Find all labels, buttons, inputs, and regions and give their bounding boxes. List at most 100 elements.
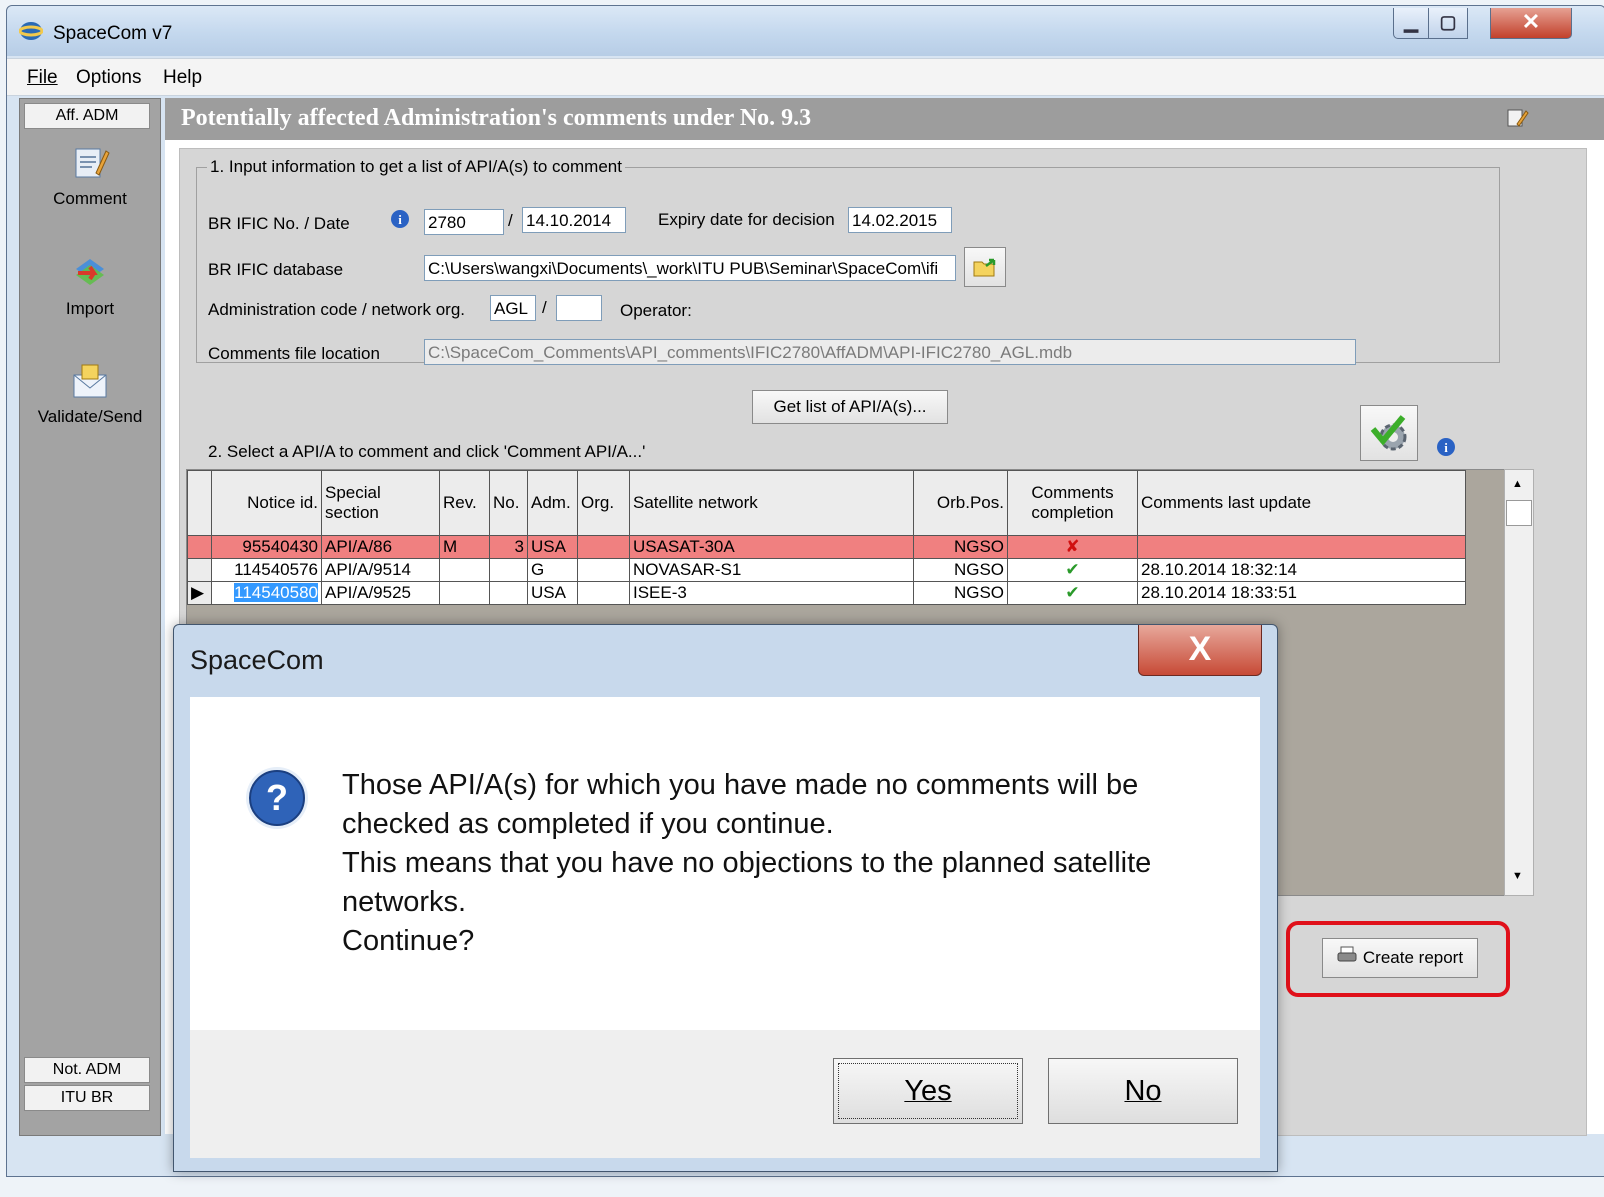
sidebar-item-import[interactable]: Import: [20, 253, 160, 319]
row-header-corner: [187, 470, 212, 536]
cell-special-section[interactable]: API/A/9525: [321, 581, 440, 605]
cell-notice-id[interactable]: 114540580: [211, 581, 322, 605]
sidebar: Aff. ADM Comment Import Validate/Send No…: [19, 98, 161, 1136]
comments-file-input: C:\SpaceCom_Comments\API_comments\IFIC27…: [424, 339, 1356, 365]
cell-adm[interactable]: USA: [527, 535, 578, 559]
col-comments-completion[interactable]: Comments completion: [1007, 470, 1138, 536]
dialog-close-button[interactable]: X: [1138, 625, 1262, 676]
no-button[interactable]: No: [1048, 1058, 1238, 1124]
cell-adm[interactable]: USA: [527, 581, 578, 605]
br-ific-date-input[interactable]: 14.10.2014: [522, 207, 626, 233]
table-row[interactable]: ▶ 114540580 API/A/9525 USA ISEE-3 NGSO ✔…: [187, 581, 1466, 605]
yes-button[interactable]: Yes: [833, 1058, 1023, 1124]
col-orb-pos[interactable]: Orb.Pos.: [913, 470, 1008, 536]
validate-comments-button[interactable]: [1360, 405, 1418, 461]
col-no[interactable]: No.: [489, 470, 528, 536]
cell-rev[interactable]: [439, 581, 490, 605]
cell-rev[interactable]: M: [439, 535, 490, 559]
close-window-button[interactable]: ✕: [1490, 8, 1572, 39]
printer-icon: [1337, 940, 1357, 978]
cell-last-update[interactable]: 28.10.2014 18:32:14: [1137, 558, 1466, 582]
network-org-input[interactable]: [556, 295, 602, 321]
cell-no[interactable]: [489, 581, 528, 605]
br-ific-no-input[interactable]: 2780: [424, 209, 504, 235]
scroll-up-arrow-icon[interactable]: ▲: [1512, 478, 1523, 490]
col-adm[interactable]: Adm.: [527, 470, 578, 536]
cell-special-section[interactable]: API/A/86: [321, 535, 440, 559]
menu-file[interactable]: File: [27, 67, 58, 89]
cell-notice-id[interactable]: 114540576: [211, 558, 322, 582]
window-title: SpaceCom v7: [53, 23, 173, 44]
scroll-down-arrow-icon[interactable]: ▼: [1512, 870, 1523, 882]
row-indicator[interactable]: [187, 535, 212, 559]
create-report-button[interactable]: Create report: [1322, 938, 1478, 978]
maximize-button[interactable]: ▢: [1428, 8, 1468, 39]
cell-network[interactable]: USASAT-30A: [629, 535, 914, 559]
cell-no[interactable]: [489, 558, 528, 582]
admin-code-input[interactable]: AGL: [490, 295, 536, 321]
cell-org[interactable]: [577, 581, 630, 605]
cell-no[interactable]: 3: [489, 535, 528, 559]
sidebar-item-label: Comment: [53, 189, 127, 208]
cell-org[interactable]: [577, 535, 630, 559]
menu-options[interactable]: Options: [76, 67, 141, 89]
grid-scrollbar[interactable]: ▲ ▼: [1504, 469, 1534, 896]
info-icon[interactable]: i: [390, 209, 410, 229]
col-notice-id[interactable]: Notice id.: [211, 470, 322, 536]
col-comments-last-update[interactable]: Comments last update: [1137, 470, 1466, 536]
expiry-date-input[interactable]: 14.02.2015: [848, 207, 952, 233]
sidebar-item-label: Import: [65, 299, 115, 318]
cell-org[interactable]: [577, 558, 630, 582]
sidebar-tab-not-adm[interactable]: Not. ADM: [24, 1057, 150, 1083]
folder-open-icon: [972, 258, 998, 284]
menu-help[interactable]: Help: [163, 67, 202, 89]
cell-orb-pos[interactable]: NGSO: [913, 535, 1008, 559]
cell-completion-check-icon[interactable]: ✔: [1007, 558, 1138, 582]
create-report-label: Create report: [1362, 948, 1464, 967]
grid-info-icon[interactable]: i: [1436, 437, 1456, 457]
scroll-thumb[interactable]: [1506, 500, 1532, 526]
page-title: Potentially affected Administration's co…: [181, 105, 812, 131]
svg-text:i: i: [1444, 440, 1448, 455]
cell-last-update[interactable]: 28.10.2014 18:33:51: [1137, 581, 1466, 605]
col-special-section[interactable]: Special section: [321, 470, 440, 536]
db-path-input[interactable]: C:\Users\wangxi\Documents\_work\ITU PUB\…: [424, 255, 956, 281]
cell-notice-id[interactable]: 95540430: [211, 535, 322, 559]
svg-text:i: i: [398, 212, 402, 227]
sidebar-item-validate-send[interactable]: Validate/Send: [20, 361, 160, 427]
comments-file-label: Comments file location: [208, 344, 380, 363]
cell-completion-cross-icon[interactable]: ✘: [1007, 535, 1138, 559]
title-bar[interactable]: SpaceCom v7 ▁ ▢ ✕: [7, 6, 1604, 56]
get-list-button[interactable]: Get list of API/A(s)...: [752, 390, 948, 424]
cell-orb-pos[interactable]: NGSO: [913, 581, 1008, 605]
minimize-button[interactable]: ▁: [1393, 8, 1429, 39]
comment-icon: [70, 143, 110, 183]
question-icon: ?: [244, 765, 310, 831]
edit-note-icon[interactable]: [1505, 106, 1529, 130]
cell-special-section[interactable]: API/A/9514: [321, 558, 440, 582]
api-table: Notice id. Special section Rev. No. Adm.…: [187, 470, 1466, 605]
col-org[interactable]: Org.: [577, 470, 630, 536]
cell-orb-pos[interactable]: NGSO: [913, 558, 1008, 582]
row-indicator[interactable]: ▶: [187, 581, 212, 605]
admin-code-label: Administration code / network org.: [208, 300, 466, 319]
dialog-title: SpaceCom: [190, 645, 324, 675]
row-indicator[interactable]: [187, 558, 212, 582]
browse-folder-button[interactable]: [964, 247, 1006, 287]
cell-last-update[interactable]: [1137, 535, 1466, 559]
cell-completion-check-icon[interactable]: ✔: [1007, 581, 1138, 605]
table-row[interactable]: 95540430 API/A/86 M 3 USA USASAT-30A NGS…: [187, 535, 1466, 559]
sidebar-tab-aff-adm[interactable]: Aff. ADM: [24, 103, 150, 129]
svg-text:?: ?: [266, 777, 288, 818]
col-satellite-network[interactable]: Satellite network: [629, 470, 914, 536]
sidebar-item-comment[interactable]: Comment: [20, 143, 160, 209]
cell-rev[interactable]: [439, 558, 490, 582]
sidebar-tab-itu-br[interactable]: ITU BR: [24, 1085, 150, 1111]
selected-notice-id[interactable]: 114540580: [234, 583, 318, 602]
table-row[interactable]: 114540576 API/A/9514 G NOVASAR-S1 NGSO ✔…: [187, 558, 1466, 582]
col-rev[interactable]: Rev.: [439, 470, 490, 536]
cell-network[interactable]: ISEE-3: [629, 581, 914, 605]
cell-network[interactable]: NOVASAR-S1: [629, 558, 914, 582]
envelope-icon: [70, 361, 110, 401]
cell-adm[interactable]: G: [527, 558, 578, 582]
